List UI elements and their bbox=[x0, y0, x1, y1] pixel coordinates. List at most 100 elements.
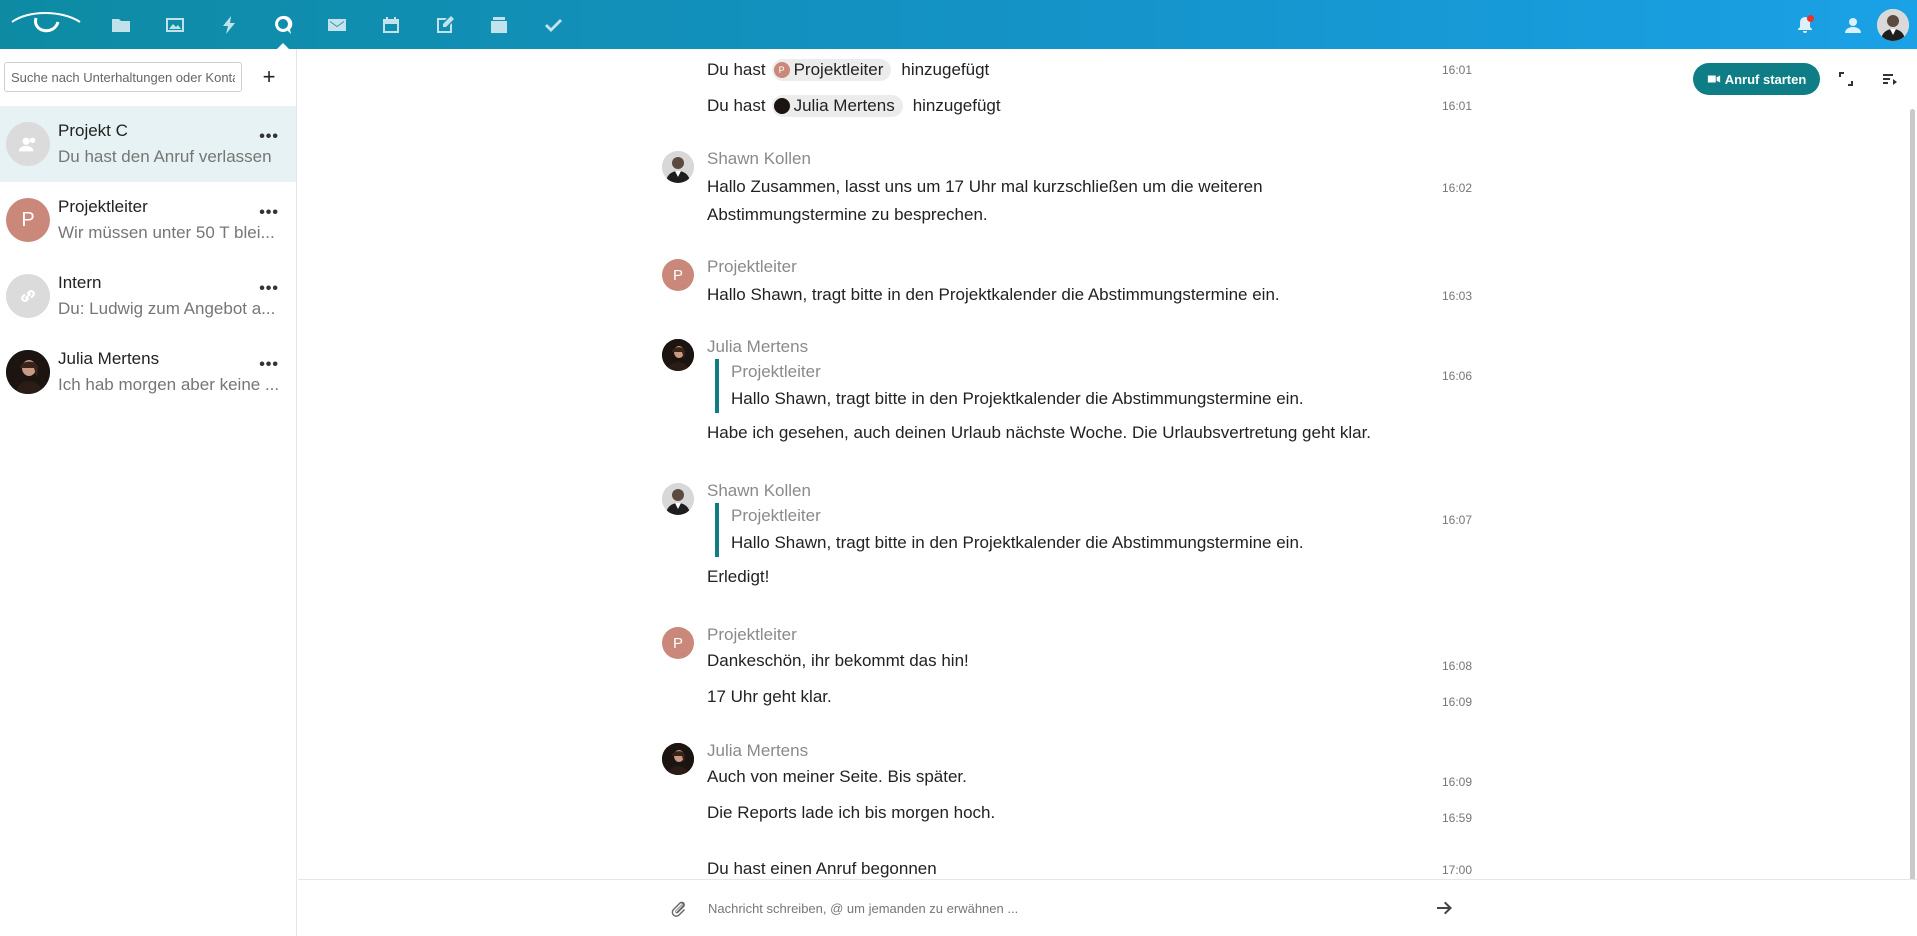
start-call-label: Anruf starten bbox=[1724, 71, 1807, 87]
conversation-name: Projekt C bbox=[58, 121, 128, 140]
message-author: Julia Mertens bbox=[707, 337, 809, 356]
conversation-item-projekt-c[interactable]: Projekt C Du hast den Anruf verlassen ••… bbox=[0, 106, 296, 182]
message-text: Die Reports lade ich bis morgen hoch. bbox=[707, 803, 996, 822]
mention-name: Julia Mertens bbox=[793, 96, 895, 115]
deck-icon[interactable] bbox=[472, 0, 526, 49]
message-author: Julia Mertens bbox=[707, 741, 809, 760]
nextcloud-logo[interactable] bbox=[10, 8, 82, 42]
notifications-bell-icon[interactable] bbox=[1781, 0, 1829, 49]
shawn-avatar[interactable] bbox=[662, 483, 694, 515]
mention-chip[interactable]: P Projektleiter bbox=[771, 59, 892, 81]
chat-main: Du hast P Projektleiter hinzugefügt 16:0… bbox=[298, 49, 1917, 936]
mention-chip[interactable]: Julia Mertens bbox=[771, 95, 903, 117]
conversation-more-icon[interactable]: ••• bbox=[259, 280, 279, 298]
message-author: Shawn Kollen bbox=[707, 481, 811, 500]
conversation-last-message: Du hast den Anruf verlassen bbox=[58, 147, 272, 166]
message-time: 16:06 bbox=[1441, 369, 1472, 383]
calendar-icon[interactable] bbox=[364, 0, 418, 49]
top-bar bbox=[0, 0, 1917, 49]
message-time: 16:08 bbox=[1441, 659, 1472, 673]
mention-avatar bbox=[773, 98, 790, 114]
quoted-message[interactable]: Projektleiter Hallo Shawn, tragt bitte i… bbox=[715, 359, 1472, 413]
conversation-last-message: Du: Ludwig zum Angebot a... bbox=[58, 299, 276, 318]
conversation-name: Projektleiter bbox=[58, 197, 148, 216]
system-text: Du hast bbox=[707, 60, 766, 79]
message-time: 16:01 bbox=[1441, 63, 1472, 77]
message-time: 16:07 bbox=[1441, 513, 1472, 527]
quote-text: Hallo Shawn, tragt bitte in den Projektk… bbox=[731, 389, 1304, 408]
chat-messages: Du hast P Projektleiter hinzugefügt 16:0… bbox=[298, 49, 1908, 879]
conversation-item-projektleiter[interactable]: P Projektleiter Wir müssen unter 50 T bl… bbox=[0, 182, 296, 258]
notes-icon[interactable] bbox=[418, 0, 472, 49]
message-author: Projektleiter bbox=[707, 625, 797, 644]
files-icon[interactable] bbox=[94, 0, 148, 49]
conversation-list: Projekt C Du hast den Anruf verlassen ••… bbox=[0, 106, 296, 410]
start-call-button[interactable]: Anruf starten bbox=[1693, 63, 1820, 95]
system-message: Du hast einen Anruf begonnen 17:00 bbox=[707, 859, 1472, 879]
message-text: Erledigt! bbox=[707, 567, 770, 586]
shawn-avatar[interactable] bbox=[662, 151, 694, 183]
tasks-icon[interactable] bbox=[526, 0, 580, 49]
message-time: 16:03 bbox=[1441, 289, 1472, 303]
message-time: 16:59 bbox=[1441, 811, 1472, 825]
quoted-message[interactable]: Projektleiter Hallo Shawn, tragt bitte i… bbox=[715, 503, 1472, 557]
message-composer bbox=[298, 879, 1917, 936]
message-text: Habe ich gesehen, auch deinen Urlaub näc… bbox=[707, 423, 1372, 442]
conversation-more-icon[interactable]: ••• bbox=[259, 128, 279, 146]
conversation-sidebar: + Projekt C Du hast den Anruf verlassen … bbox=[0, 49, 297, 936]
message-text: Dankeschön, ihr bekommt das hin! bbox=[707, 651, 969, 670]
message-time: 16:09 bbox=[1441, 695, 1472, 709]
video-icon bbox=[1707, 75, 1720, 83]
system-text: hinzugefügt bbox=[901, 60, 990, 79]
projektleiter-avatar[interactable]: P bbox=[662, 627, 694, 659]
system-text: Du hast bbox=[707, 96, 766, 115]
contacts-icon[interactable] bbox=[1829, 0, 1877, 49]
message-group: Shawn Kollen Projektleiter Hallo Shawn, … bbox=[662, 481, 1472, 591]
link-avatar-icon bbox=[6, 274, 50, 318]
conversation-last-message: Ich hab morgen aber keine ... bbox=[58, 375, 280, 394]
letter-avatar: P bbox=[6, 198, 50, 242]
message-text: Hallo Shawn, tragt bitte in den Projektk… bbox=[707, 285, 1280, 304]
message-time: 16:09 bbox=[1441, 775, 1472, 789]
message-group: Julia Mertens Auch von meiner Seite. Bis… bbox=[662, 741, 1472, 827]
chat-scrollbar[interactable] bbox=[1910, 109, 1915, 886]
user-avatar[interactable] bbox=[1877, 8, 1909, 41]
quote-author: Projektleiter bbox=[731, 362, 821, 381]
conversation-last-message: Wir müssen unter 50 T blei... bbox=[58, 223, 275, 242]
system-message: Du hast Julia Mertens hinzugefügt 16:01 bbox=[707, 95, 1472, 117]
message-group: Shawn Kollen Hallo Zusammen, lasst uns u… bbox=[662, 149, 1472, 229]
mail-icon[interactable] bbox=[310, 0, 364, 49]
julia-avatar[interactable] bbox=[662, 339, 694, 371]
message-input[interactable] bbox=[708, 892, 1408, 924]
message-group: P Projektleiter Dankeschön, ihr bekommt … bbox=[662, 625, 1472, 711]
activity-icon[interactable] bbox=[202, 0, 256, 49]
conversation-search-input[interactable] bbox=[4, 62, 242, 92]
julia-avatar[interactable] bbox=[662, 743, 694, 775]
conversation-item-julia-mertens[interactable]: Julia Mertens Ich hab morgen aber keine … bbox=[0, 334, 296, 410]
send-arrow-icon[interactable] bbox=[1434, 898, 1456, 920]
mention-avatar: P bbox=[773, 62, 790, 78]
conversation-more-icon[interactable]: ••• bbox=[259, 204, 279, 222]
photos-icon[interactable] bbox=[148, 0, 202, 49]
group-avatar-icon bbox=[6, 122, 50, 166]
attachment-icon[interactable] bbox=[670, 900, 688, 918]
projektleiter-avatar[interactable]: P bbox=[662, 259, 694, 291]
quote-author: Projektleiter bbox=[731, 506, 821, 525]
system-text: Du hast einen Anruf begonnen bbox=[707, 859, 937, 878]
system-text: hinzugefügt bbox=[912, 96, 1001, 115]
fullscreen-icon[interactable] bbox=[1836, 69, 1856, 89]
new-conversation-button[interactable]: + bbox=[254, 62, 284, 92]
conversation-more-icon[interactable]: ••• bbox=[259, 356, 279, 374]
mention-name: Projektleiter bbox=[793, 60, 884, 79]
message-text: Hallo Zusammen, lasst uns um 17 Uhr mal … bbox=[707, 177, 1263, 224]
message-time: 16:02 bbox=[1441, 181, 1472, 195]
message-author: Shawn Kollen bbox=[707, 149, 811, 168]
conversation-name: Julia Mertens bbox=[58, 349, 160, 368]
sidebar-toggle-icon[interactable] bbox=[1880, 69, 1900, 89]
talk-icon[interactable] bbox=[256, 0, 310, 49]
message-text: Auch von meiner Seite. Bis später. bbox=[707, 767, 967, 786]
conversation-item-intern[interactable]: Intern Du: Ludwig zum Angebot a... ••• bbox=[0, 258, 296, 334]
message-group: P Projektleiter Hallo Shawn, tragt bitte… bbox=[662, 257, 1472, 309]
julia-photo-avatar bbox=[6, 350, 50, 394]
message-author: Projektleiter bbox=[707, 257, 797, 276]
